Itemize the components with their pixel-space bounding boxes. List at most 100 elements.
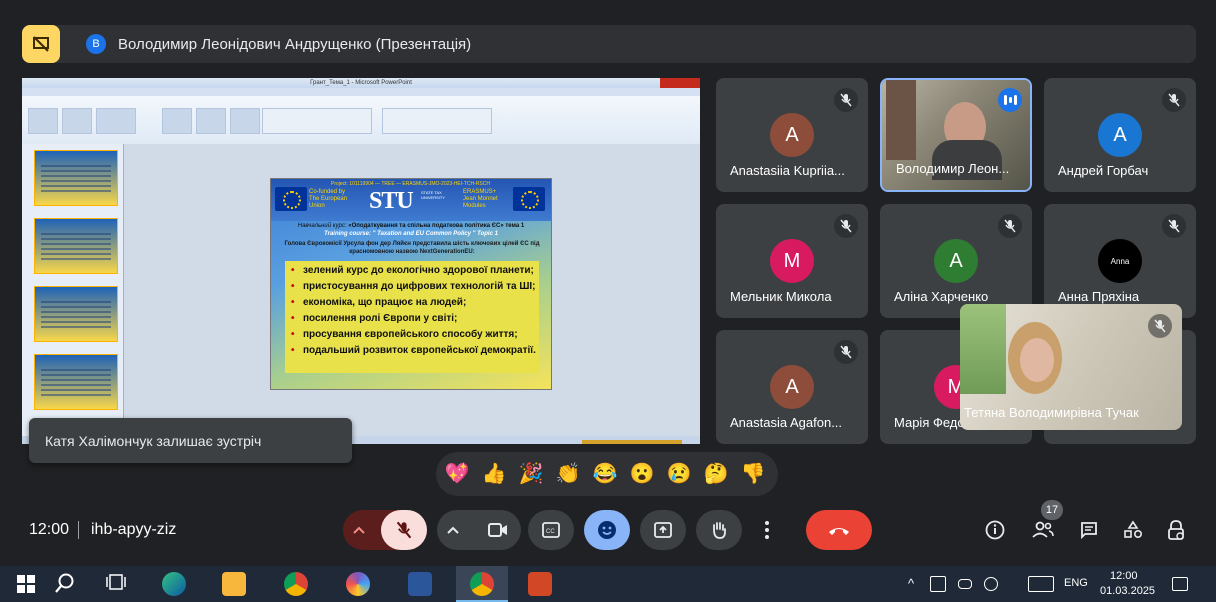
volume-icon[interactable] — [984, 577, 998, 591]
participant-tile[interactable]: M Мельник Микола — [716, 204, 868, 318]
participant-tile[interactable]: Anna Анна Пряхіна — [1044, 204, 1196, 318]
clock-time[interactable]: 12:00 — [1110, 570, 1138, 582]
windows-start-icon[interactable] — [14, 572, 38, 596]
powerpoint-icon[interactable] — [528, 572, 552, 596]
meeting-info-button[interactable] — [983, 518, 1007, 542]
mic-off-icon — [1162, 214, 1186, 238]
participant-name: Марія Федо — [894, 415, 965, 430]
participant-name: Мельник Микола — [730, 289, 832, 304]
laughing-reaction-button[interactable]: 😂 — [592, 461, 618, 487]
party-popper-reaction-button[interactable]: 🎉 — [518, 461, 544, 487]
participant-tile[interactable]: A Андрей Горбач — [1044, 78, 1196, 192]
chat-icon — [1081, 522, 1097, 539]
surprised-reaction-button[interactable]: 😮 — [629, 461, 655, 487]
mic-off-icon — [1162, 88, 1186, 112]
more-vert-icon — [765, 521, 769, 539]
slide-intro: Голова Єврокомісії Урсула фон дер Ляйєн … — [284, 241, 540, 255]
slide-bullet: пристосування до цифрових технологій та … — [291, 279, 541, 295]
participant-name: Anastasiia Kupriia... — [730, 163, 845, 178]
task-view-icon[interactable] — [106, 572, 130, 596]
notifications-icon[interactable] — [1172, 577, 1188, 591]
slide-training: Training course: " Taxation and EU Commo… — [324, 231, 498, 237]
hang-up-icon — [829, 528, 849, 535]
ppt-window-title: Грант_Тема_1 - Microsoft PowerPoint — [22, 78, 700, 88]
slides-pane — [22, 144, 124, 444]
participant-tile[interactable]: A Anastasiia Kupriia... — [716, 78, 868, 192]
ppt-workspace: Project: 101119904 — TREE — ERASMUS-JMO-… — [22, 144, 700, 444]
tray-overflow-chevron-up-icon[interactable]: ^ — [908, 576, 914, 591]
chrome-icon[interactable] — [284, 572, 308, 596]
word-icon[interactable] — [408, 572, 432, 596]
host-controls-button[interactable] — [1164, 518, 1188, 542]
avatar: A — [770, 365, 814, 409]
meeting-time: 12:00 — [29, 521, 70, 538]
participant-tile-speaking[interactable]: Володимир Леон... — [880, 78, 1032, 192]
clock-date[interactable]: 01.03.2025 — [1100, 585, 1155, 597]
copilot-icon[interactable] — [346, 572, 370, 596]
file-explorer-icon[interactable] — [222, 572, 246, 596]
participant-name: Аліна Харченко — [894, 289, 989, 304]
slide-bullet: зелений курс до екологічно здорової план… — [291, 263, 541, 279]
participant-name: Анна Пряхіна — [1058, 289, 1140, 304]
search-icon[interactable] — [54, 572, 78, 596]
camera-icon — [488, 523, 507, 537]
captions-button[interactable]: CC — [528, 510, 574, 550]
mic-options-chevron-up-icon[interactable] — [343, 510, 375, 550]
people-button[interactable] — [1031, 518, 1055, 542]
participant-name: Anastasia Agafon... — [730, 415, 843, 430]
present-screen-button[interactable] — [640, 510, 686, 550]
info-icon — [985, 520, 1005, 540]
mic-off-icon — [396, 521, 412, 539]
raise-hand-button[interactable] — [696, 510, 742, 550]
people-icon — [1032, 521, 1054, 538]
presentation-icon[interactable] — [22, 25, 60, 63]
leave-call-button[interactable] — [806, 510, 872, 550]
chrome-active-icon[interactable] — [470, 572, 494, 596]
input-language[interactable]: ENG — [1064, 577, 1088, 589]
slide-bullet: просування європейського способу життя; — [291, 327, 541, 343]
window-close-icon — [660, 78, 700, 88]
crying-reaction-button[interactable]: 😢 — [666, 461, 692, 487]
avatar: A — [770, 113, 814, 157]
emoji-reactions-button[interactable] — [584, 510, 630, 550]
edge-browser-icon[interactable] — [162, 572, 186, 596]
chat-button[interactable] — [1077, 518, 1101, 542]
stu-logo: STU — [369, 188, 414, 214]
divider — [78, 521, 79, 539]
presentation-title: Володимир Леонідович Андрущенко (Презент… — [118, 36, 472, 53]
slide-bullets: зелений курс до екологічно здорової план… — [291, 263, 541, 356]
avatar: A — [1098, 113, 1142, 157]
participant-name: Тетяна Володимирівна Тучак — [964, 405, 1139, 420]
windows-taskbar: ^ ENG 12:00 01.03.2025 — [0, 566, 1216, 602]
current-slide: Project: 101119904 — TREE — ERASMUS-JMO-… — [270, 178, 552, 390]
participant-tile[interactable]: A Аліна Харченко — [880, 204, 1032, 318]
shared-screen: Грант_Тема_1 - Microsoft PowerPoint Proj… — [22, 78, 700, 444]
thumbs-up-reaction-button[interactable]: 👍 — [481, 461, 507, 487]
participant-name: Володимир Леон... — [896, 161, 1010, 176]
battery-icon[interactable] — [930, 576, 946, 592]
slide-project-line: Project: 101119904 — TREE — ERASMUS-JMO-… — [331, 181, 490, 187]
more-options-button[interactable] — [752, 510, 782, 550]
participant-tile[interactable]: A Anastasia Agafon... — [716, 330, 868, 444]
network-icon[interactable] — [958, 579, 972, 589]
mic-toggle-button[interactable] — [381, 510, 427, 550]
participant-count-badge: 17 — [1041, 500, 1063, 520]
sparkling-heart-reaction-button[interactable]: 💖 — [444, 461, 470, 487]
slide-erasmus-text: ERASMUS+ Jean Monnet Modules — [463, 189, 498, 209]
activities-button[interactable] — [1121, 518, 1145, 542]
camera-toggle-button[interactable] — [475, 510, 521, 550]
avatar: M — [770, 239, 814, 283]
lock-person-icon — [1168, 520, 1184, 540]
presentation-bar: В Володимир Леонідович Андрущенко (Презе… — [22, 25, 1196, 63]
keyboard-icon[interactable] — [1028, 576, 1054, 592]
thinking-reaction-button[interactable]: 🤔 — [703, 461, 729, 487]
clapping-reaction-button[interactable]: 👏 — [555, 461, 581, 487]
camera-options-chevron-up-icon[interactable] — [437, 510, 469, 550]
meeting-code: ihb-apyy-ziz — [91, 521, 177, 538]
avatar: A — [934, 239, 978, 283]
avatar: Anna — [1098, 239, 1142, 283]
floating-self-view[interactable]: Тетяна Володимирівна Тучак — [960, 304, 1182, 430]
thumbs-down-reaction-button[interactable]: 👎 — [740, 461, 766, 487]
activities-icon — [1124, 520, 1143, 539]
captions-icon: CC — [542, 522, 560, 538]
